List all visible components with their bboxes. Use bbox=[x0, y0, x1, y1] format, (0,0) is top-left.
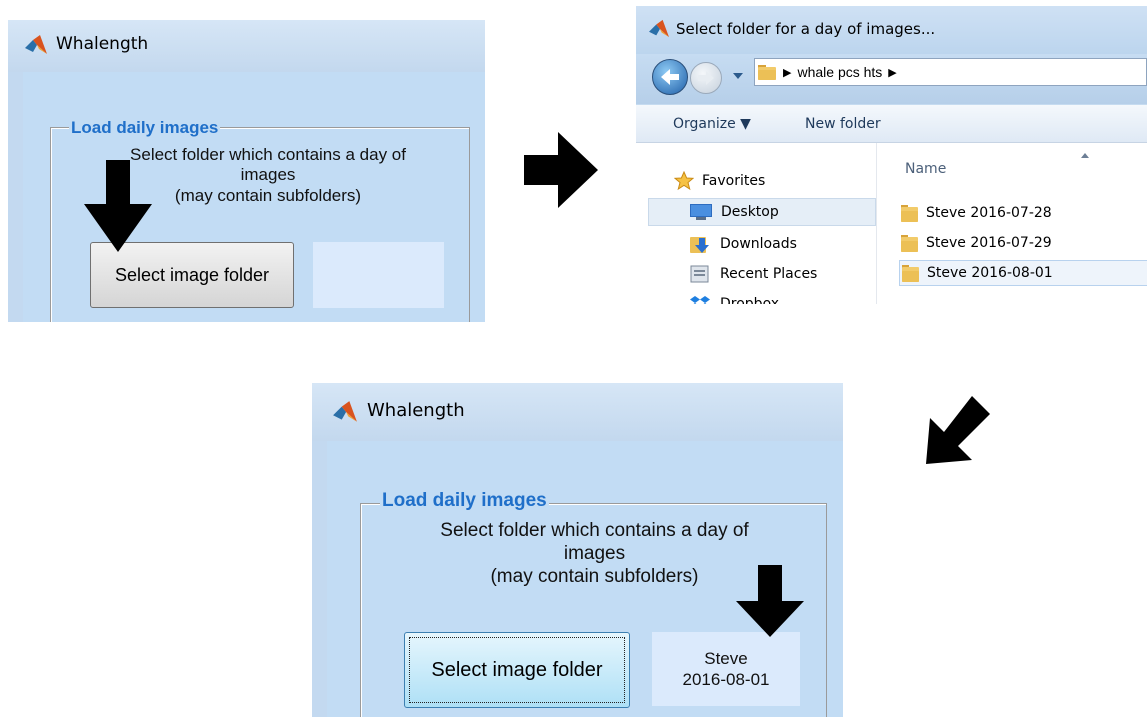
downloads-icon bbox=[690, 237, 709, 253]
folder-name: Steve 2016-08-01 bbox=[927, 265, 1053, 281]
nav-item-downloads[interactable]: Downloads bbox=[689, 233, 797, 255]
navigation-pane: Favorites Desktop Downloads Recent Place… bbox=[636, 143, 877, 304]
forward-arrow-icon bbox=[698, 71, 714, 85]
star-icon bbox=[674, 171, 694, 191]
folder-item[interactable]: Steve 2016-07-29 bbox=[901, 231, 1091, 255]
address-bar[interactable]: ▶ whale pcs hts ▶ bbox=[754, 58, 1147, 86]
folder-item-selected[interactable]: Steve 2016-08-01 bbox=[899, 260, 1147, 286]
history-dropdown-icon[interactable] bbox=[732, 72, 744, 80]
name-column-header[interactable]: Name bbox=[905, 161, 946, 177]
right-arrow-icon bbox=[524, 132, 598, 208]
nav-item-recent-places[interactable]: Recent Places bbox=[689, 263, 817, 285]
folder-name: Steve 2016-07-28 bbox=[926, 205, 1052, 221]
matlab-icon bbox=[649, 19, 669, 38]
organize-menu[interactable]: Organize ▼ bbox=[673, 116, 751, 132]
window-title: Whalength bbox=[56, 34, 149, 54]
nav-item-favorites[interactable]: Favorites bbox=[674, 170, 765, 192]
whalength-window-before: Whalength Load daily images Select folde… bbox=[8, 20, 485, 322]
matlab-icon bbox=[25, 35, 47, 54]
nav-item-label: Dropbox bbox=[720, 296, 779, 304]
new-folder-button[interactable]: New folder bbox=[805, 116, 881, 132]
select-image-folder-button[interactable]: Select image folder bbox=[404, 632, 630, 708]
nav-item-label: Desktop bbox=[721, 204, 779, 220]
panel-title: Load daily images bbox=[69, 118, 221, 138]
button-label: Select image folder bbox=[114, 264, 270, 285]
nav-item-label: Favorites bbox=[702, 173, 766, 189]
matlab-icon bbox=[333, 401, 357, 422]
breadcrumb-separator: ▶ bbox=[888, 66, 897, 79]
nav-item-desktop[interactable]: Desktop bbox=[648, 198, 876, 226]
nav-item-dropbox[interactable]: Dropbox bbox=[689, 293, 779, 304]
button-label: Select image folder bbox=[431, 658, 603, 681]
folder-icon bbox=[901, 205, 918, 222]
breadcrumb-separator: ▶ bbox=[783, 66, 792, 79]
recent-places-icon bbox=[690, 265, 709, 283]
file-list-pane: Name Steve 2016-07-28 Steve 2016-07-29 S… bbox=[877, 143, 1147, 304]
nav-item-label: Downloads bbox=[720, 236, 797, 252]
selected-folder-display bbox=[313, 242, 444, 308]
dropbox-icon bbox=[690, 296, 710, 304]
instruction-line-1: Select folder which contains a day of bbox=[440, 520, 749, 541]
nav-item-label: Recent Places bbox=[720, 266, 818, 282]
dialog-title: Select folder for a day of images... bbox=[676, 20, 936, 38]
folder-display-line-1: Steve bbox=[704, 648, 748, 668]
down-arrow-icon bbox=[736, 565, 804, 637]
select-folder-dialog: Select folder for a day of images... ▶ w… bbox=[636, 6, 1147, 304]
down-left-arrow-icon bbox=[926, 396, 990, 464]
folder-display-line-2: 2016-08-01 bbox=[682, 670, 770, 689]
selected-folder-display: Steve 2016-08-01 bbox=[652, 632, 800, 706]
back-arrow-icon bbox=[661, 69, 679, 85]
sort-arrow-icon bbox=[1081, 153, 1089, 158]
folder-icon bbox=[901, 235, 918, 252]
folder-icon bbox=[902, 265, 919, 282]
instruction-line-2: images bbox=[563, 542, 626, 564]
desktop-icon bbox=[690, 204, 712, 220]
whalength-window-after: Whalength Load daily images Select folde… bbox=[312, 383, 843, 717]
forward-button[interactable] bbox=[690, 62, 722, 94]
back-button[interactable] bbox=[652, 59, 688, 95]
folder-name: Steve 2016-07-29 bbox=[926, 235, 1052, 251]
breadcrumb-item[interactable]: whale pcs hts bbox=[797, 64, 882, 80]
down-arrow-icon bbox=[84, 160, 152, 252]
folder-icon bbox=[758, 65, 776, 80]
window-title: Whalength bbox=[367, 400, 465, 421]
panel-title: Load daily images bbox=[380, 490, 549, 512]
folder-item[interactable]: Steve 2016-07-28 bbox=[901, 201, 1091, 225]
